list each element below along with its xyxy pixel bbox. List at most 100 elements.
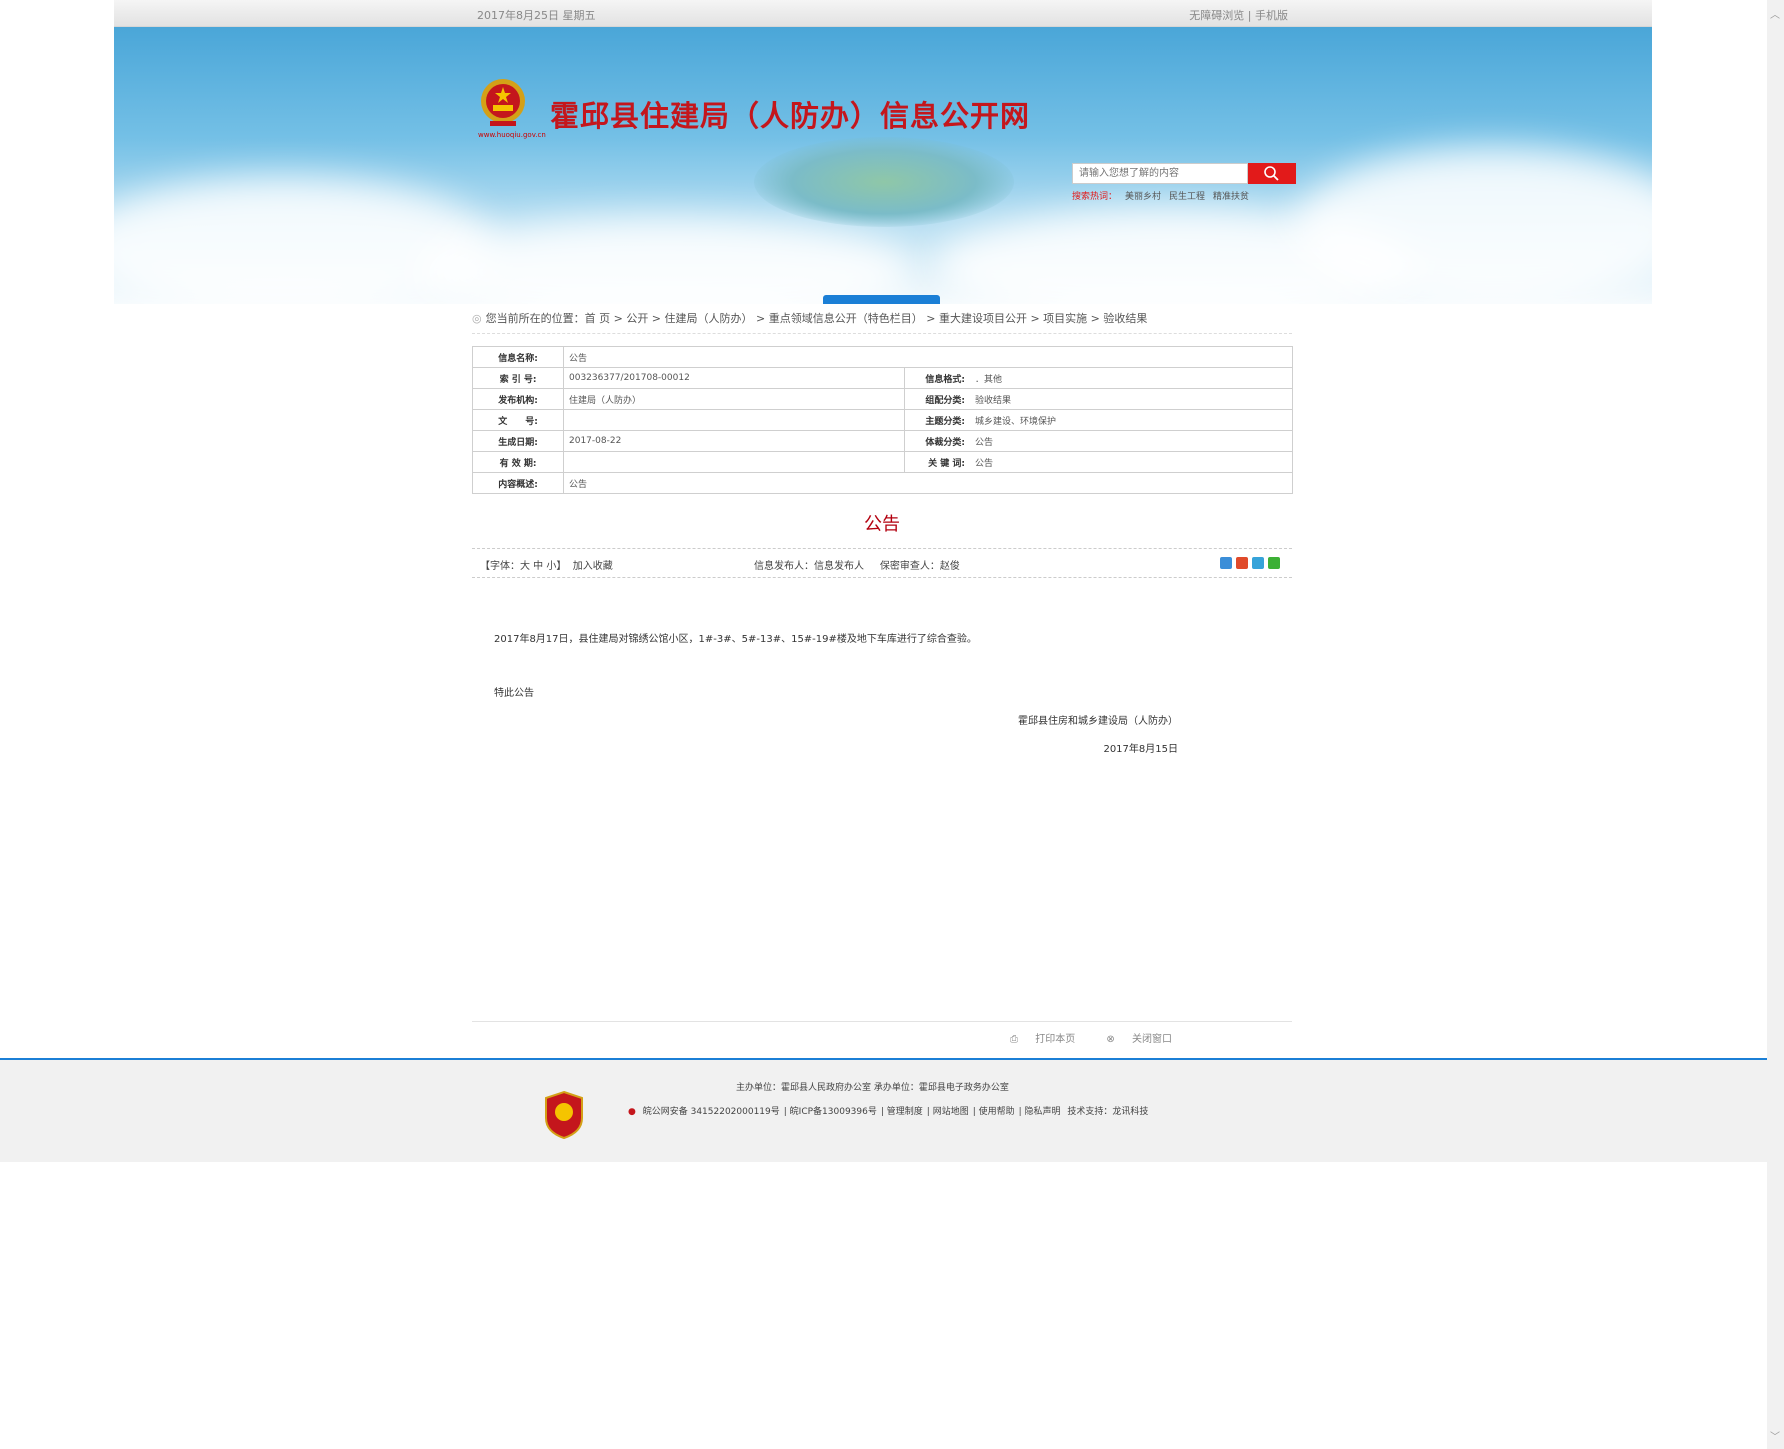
icp-record[interactable]: 皖ICP备13009396号 [790,1107,877,1117]
meta-value: 城乡建设、环境保护 [970,409,1293,431]
national-emblem-icon [481,79,525,126]
footer: 主办单位：霍邱县人民政府办公室 承办单位：霍邱县电子政务办公室 ● 皖公网安备 … [0,1058,1768,1162]
nav-item-service[interactable]: ▣服务 [940,295,1057,304]
meta-value [563,451,905,473]
meta-value: 2017-08-22 [563,430,905,452]
nav-label: 互动 [1110,302,1138,304]
hot-words-label: 搜索热词： [1072,192,1118,202]
nav-label: 新闻 [759,302,787,304]
landscape-decoration [754,137,1014,227]
party-gov-badge-icon[interactable] [542,1090,586,1140]
divider [472,1021,1292,1022]
meta-value: 公告 [563,346,1293,368]
nav-item-interact[interactable]: ▬互动 [1057,295,1174,304]
nav-item-county[interactable]: ⚑县情 [589,295,706,304]
footer-link[interactable]: 管理制度 [887,1107,923,1117]
nav-label: 数据 [1227,302,1255,304]
share-wechat-icon[interactable] [1268,557,1280,569]
article-sign-date: 2017年8月15日 [1103,744,1178,755]
article-title: 公告 [864,514,900,535]
share-more-icon[interactable] [1220,557,1232,569]
nav-item-news[interactable]: ▤新闻 [706,295,823,304]
footer-sponsor: 主办单位：霍邱县人民政府办公室 承办单位：霍邱县电子政务办公室 [736,1083,1009,1093]
meta-label: 文 号: [472,409,564,431]
hot-word[interactable]: 精准扶贫 [1213,192,1249,202]
footer-link[interactable]: 使用帮助 [979,1107,1015,1117]
mobile-link[interactable]: 手机版 [1255,9,1288,22]
publisher-info: 信息发布人：信息发布人 保密审查人：赵俊 [754,557,960,572]
nav-label: 首页 [523,302,551,304]
footer-link[interactable]: 隐私声明 [1025,1107,1061,1117]
meta-value: 公告 [563,472,1293,494]
breadcrumb-text[interactable]: 您当前所在的位置：首 页 > 公开 > 住建局（人防办） > 重点领域信息公开（… [486,312,1148,325]
print-button[interactable]: ⎙ 打印本页 [996,1034,1075,1045]
reviewer: 保密审查人：赵俊 [879,561,960,572]
location-pin-icon: ◎ [472,312,482,325]
nav-item-data[interactable]: ◉数据 [1174,295,1291,304]
meta-value: 公告 [970,451,1293,473]
meta-label: 生成日期: [472,430,564,452]
meta-label: 发布机构: [472,388,564,410]
meta-value: 验收结果 [970,388,1293,410]
breadcrumb: ◎ 您当前所在的位置：首 页 > 公开 > 住建局（人防办） > 重点领域信息公开… [472,310,1292,326]
meta-label: 主题分类: [904,409,970,431]
divider [472,333,1292,334]
font-size-controls: 【字体：大 中 小】 加入收藏 [480,557,613,572]
meta-value [563,409,905,431]
meta-label: 组配分类: [904,388,970,410]
meta-label: 信息名称: [472,346,564,368]
search-button[interactable] [1248,163,1296,184]
article-body: 2017年8月17日，县住建局对锦绣公馆小区，1#-3#、5#-13#、15#-… [494,634,977,645]
meta-value: 公告 [970,430,1293,452]
hot-word[interactable]: 民生工程 [1169,192,1205,202]
accessible-link[interactable]: 无障碍浏览 [1189,9,1244,22]
close-window-button[interactable]: ⊗ 关闭窗口 [1092,1034,1172,1045]
scroll-up-icon[interactable]: ︿ [1770,6,1780,21]
top-sep: | [1247,9,1252,22]
vertical-scrollbar[interactable]: ︿ ﹀ [1767,0,1784,1449]
search-icon [1264,166,1279,181]
meta-label: 体裁分类: [904,430,970,452]
favorite-link[interactable]: 加入收藏 [573,561,613,572]
nav-label: 公开 [876,302,904,304]
nav-label: 服务 [993,302,1021,304]
nav-item-home[interactable]: ⌂首页 [472,295,589,304]
meta-value: ．其他 [970,367,1293,389]
cloud-decoration [414,217,914,304]
tech-support: 技术支持：龙讯科技 [1067,1107,1149,1117]
site-title: 霍邱县住建局（人防办）信息公开网 [550,99,1031,133]
meta-value: 003236377/201708-00012 [563,367,905,389]
share-buttons [1216,557,1280,572]
info-meta-table: 信息名称: 公告 索 引 号: 003236377/201708-00012 信… [472,346,1293,494]
police-record[interactable]: 皖公网安备 34152202000119号 [643,1107,780,1117]
hot-words: 搜索热词： 美丽乡村 民生工程 精准扶贫 [1072,189,1257,202]
printer-icon: ⎙ [1010,1034,1019,1045]
footer-link[interactable]: 网站地图 [933,1107,969,1117]
search-box [1072,163,1296,184]
meta-label: 索 引 号: [472,367,564,389]
print-label: 打印本页 [1035,1034,1076,1045]
emblem-url: www.huoqiu.gov.cn [478,131,546,139]
share-qq-icon[interactable] [1252,557,1264,569]
article-toolbar: 【字体：大 中 小】 加入收藏 信息发布人：信息发布人 保密审查人：赵俊 [472,548,1292,578]
meta-label: 有 效 期: [472,451,564,473]
top-bar: 2017年8月25日 星期五 无障碍浏览 | 手机版 [114,0,1652,27]
footer-links: ● 皖公网安备 34152202000119号 | 皖ICP备13009396号 |… [628,1107,1149,1117]
publisher: 信息发布人：信息发布人 [754,561,864,572]
page: 2017年8月25日 星期五 无障碍浏览 | 手机版 www.huoqiu.go… [114,0,1652,1045]
current-date: 2017年8月25日 星期五 [477,9,596,22]
police-badge-icon: ● [628,1107,636,1117]
cloud-decoration [1294,147,1652,304]
share-weibo-icon[interactable] [1236,557,1248,569]
scroll-down-icon[interactable]: ﹀ [1770,1428,1780,1443]
hot-word[interactable]: 美丽乡村 [1125,192,1161,202]
nav-item-public[interactable]: ▦公开 [823,295,940,304]
search-input[interactable] [1072,163,1248,184]
article-signer: 霍邱县住房和城乡建设局（人防办） [1018,716,1178,727]
close-label: 关闭窗口 [1132,1034,1172,1045]
font-size-label[interactable]: 【字体：大 中 小】 [480,561,566,572]
main-nav: ⌂首页 ⚑县情 ▤新闻 ▦公开 ▣服务 ▬互动 ◉数据 [472,295,1292,304]
article-closing: 特此公告 [494,688,534,699]
header-banner: www.huoqiu.gov.cn 霍邱县住建局（人防办）信息公开网 搜索热词：… [114,27,1652,304]
page-actions: ⎙ 打印本页 ⊗ 关闭窗口 [982,1030,1172,1045]
